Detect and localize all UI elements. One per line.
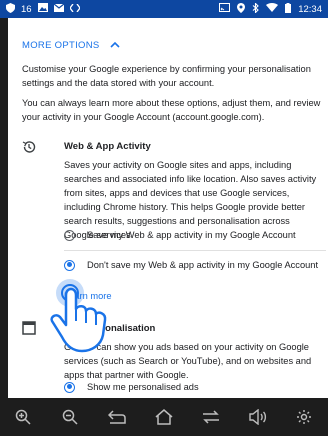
shield-icon <box>6 2 15 16</box>
image-icon <box>37 3 48 15</box>
settings-icon[interactable] <box>289 402 319 432</box>
back-icon[interactable] <box>102 402 132 432</box>
save-activity-radio[interactable] <box>64 229 75 241</box>
battery-icon <box>285 2 292 16</box>
ads-icon <box>22 321 36 335</box>
cast-icon <box>219 3 231 15</box>
learn-more-link[interactable]: Learn more <box>64 291 112 301</box>
web-app-activity-title: Web & App Activity <box>64 141 151 152</box>
more-options-toggle[interactable]: MORE OPTIONS <box>22 40 120 51</box>
notification-count: 16 <box>21 3 32 15</box>
more-options-label: MORE OPTIONS <box>22 40 100 51</box>
clock: 12:34 <box>298 3 322 15</box>
save-activity-option[interactable]: Save my Web & app activity in my Google … <box>64 224 324 246</box>
ads-personalisation-title: Ads Personalisation <box>64 323 156 334</box>
intro-paragraph: Customise your Google experience by conf… <box>22 64 311 88</box>
settings-screen: MORE OPTIONS Customise your Google exper… <box>8 18 328 398</box>
status-bar: 16 12:34 <box>0 0 328 18</box>
chevron-up-icon <box>109 40 120 51</box>
divider <box>64 250 326 251</box>
dont-save-activity-radio[interactable] <box>64 259 75 271</box>
show-personalised-ads-option[interactable]: Show me personalised ads <box>64 376 324 398</box>
volume-icon[interactable] <box>243 402 273 432</box>
navigation-bar <box>0 398 328 436</box>
show-personalised-ads-label: Show me personalised ads <box>87 382 199 392</box>
history-icon <box>22 140 36 154</box>
home-icon[interactable] <box>149 402 179 432</box>
show-personalised-ads-radio[interactable] <box>64 381 75 393</box>
zoom-in-icon[interactable] <box>8 402 38 432</box>
intro-review-paragraph: You can always learn more about these op… <box>22 98 321 122</box>
save-activity-label: Save my Web & app activity in my Google … <box>87 230 296 240</box>
dont-save-activity-option[interactable]: Don't save my Web & app activity in my G… <box>64 254 324 276</box>
location-icon <box>237 2 246 16</box>
bluetooth-icon <box>252 1 260 16</box>
mail-icon <box>53 3 64 15</box>
wifi-icon <box>266 3 279 15</box>
recents-icon[interactable] <box>196 402 226 432</box>
zoom-out-icon[interactable] <box>55 402 85 432</box>
developer-icon <box>68 3 81 15</box>
dont-save-activity-label: Don't save my Web & app activity in my G… <box>87 260 319 270</box>
